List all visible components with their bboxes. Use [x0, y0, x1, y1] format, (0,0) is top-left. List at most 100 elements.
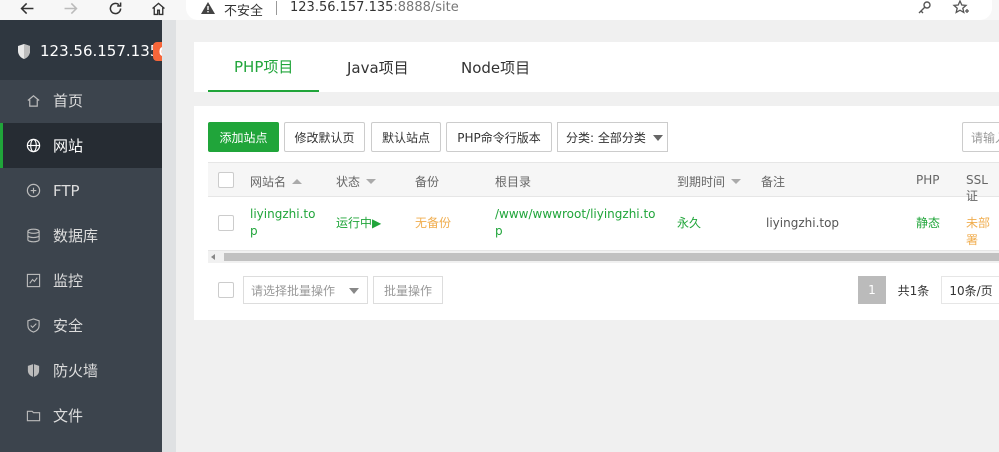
sort-asc-icon	[292, 179, 303, 184]
tab-label: Node项目	[461, 58, 531, 77]
batch-operation-button[interactable]: 批量操作	[373, 276, 443, 304]
firewall-icon	[27, 363, 40, 378]
server-ip: 123.56.157.135	[40, 42, 160, 60]
header-label: PHP	[916, 173, 940, 187]
site-name-link[interactable]: liyingzhi.to p	[250, 206, 315, 240]
site-list-panel: 添加站点 修改默认页 默认站点 PHP命令行版本 分类: 全部分类 请输入 网站…	[194, 106, 999, 320]
server-shield-icon	[18, 44, 30, 59]
sidebar-item-security[interactable]: 安全	[0, 303, 162, 348]
site-name-line2: p	[250, 224, 258, 238]
tab-label: PHP项目	[234, 57, 294, 76]
php-cli-version-button[interactable]: PHP命令行版本	[446, 122, 552, 152]
site-name-line1: liyingzhi.to	[250, 207, 316, 221]
home-button[interactable]	[147, 0, 169, 18]
row-checkbox[interactable]	[218, 215, 234, 231]
sidebar-item-firewall[interactable]: 防火墙	[0, 348, 162, 393]
server-header: 123.56.157.135 0	[0, 20, 173, 80]
category-select-value: 分类: 全部分类	[566, 130, 646, 145]
batch-select-placeholder: 请选择批量操作	[251, 283, 336, 298]
per-page-select[interactable]: 10条/页	[941, 276, 999, 304]
header-note: 备注	[761, 173, 785, 190]
batch-operation-select[interactable]: 请选择批量操作	[243, 276, 368, 304]
warning-icon	[201, 2, 215, 14]
sidebar-item-label: 首页	[53, 92, 84, 110]
search-input[interactable]: 请输入	[962, 122, 999, 152]
ftp-icon	[26, 183, 41, 198]
select-all-checkbox[interactable]	[218, 172, 234, 188]
header-php: PHP	[916, 173, 940, 187]
globe-icon	[26, 138, 41, 153]
chevron-down-icon	[653, 135, 663, 141]
key-icon[interactable]	[916, 0, 932, 16]
root-dir-line1: /www/wwwroot/liyingzhi.to	[495, 207, 656, 221]
header-label: 状态	[336, 175, 361, 189]
root-dir-line2: p	[495, 224, 503, 238]
sidebar-item-website[interactable]: 网站	[0, 123, 162, 168]
page-current[interactable]: 1	[858, 276, 886, 304]
favorite-star-icon[interactable]	[952, 0, 970, 17]
reload-button[interactable]	[104, 0, 126, 18]
table-header: 网站名 状态 备份 根目录 到期时间 备注 PHP SSL证	[208, 162, 999, 203]
category-select[interactable]: 分类: 全部分类	[557, 122, 668, 152]
monitor-icon	[26, 273, 41, 288]
backup-link[interactable]: 无备份	[415, 215, 451, 232]
expire-value[interactable]: 永久	[677, 215, 701, 232]
sidebar-item-label: 监控	[53, 272, 84, 290]
browser-toolbar: 不安全 123.56.157.135:8888/site	[0, 0, 999, 20]
project-tabs: PHP项目 Java项目 Node项目	[194, 42, 999, 92]
header-label: 网站名	[250, 175, 287, 189]
php-version-link[interactable]: 静态	[916, 215, 940, 232]
status-toggle[interactable]: 运行中▶	[336, 215, 381, 232]
sidebar-item-home[interactable]: 首页	[0, 78, 162, 123]
header-label: 备注	[761, 175, 786, 189]
reload-icon	[109, 2, 121, 14]
back-button[interactable]	[16, 0, 38, 18]
note-value[interactable]: liyingzhi.top	[766, 215, 839, 232]
total-count: 共1条	[897, 283, 930, 298]
shield-check-icon	[27, 318, 40, 333]
header-label: 到期时间	[677, 175, 726, 189]
tab-php-project[interactable]: PHP项目	[208, 42, 320, 92]
sidebar-item-label: 数据库	[53, 227, 99, 245]
tab-java-project[interactable]: Java项目	[347, 42, 409, 92]
header-status[interactable]: 状态	[336, 173, 377, 190]
sidebar-item-ftp[interactable]: FTP	[0, 168, 162, 213]
header-label: 根目录	[495, 175, 532, 189]
scroll-left-icon[interactable]	[211, 254, 215, 260]
sort-desc-icon	[731, 179, 742, 184]
sidebar-item-label: 防火墙	[53, 362, 99, 380]
content-gutter	[162, 20, 176, 452]
add-site-button[interactable]: 添加站点	[208, 122, 279, 152]
sidebar: 123.56.157.135 0 首页 网站 FTP 数据库 监控 安全 防火墙…	[0, 20, 173, 452]
ssl-status-link[interactable]: 未部署	[966, 215, 999, 249]
insecure-label: 不安全	[224, 4, 264, 19]
folder-icon	[26, 410, 41, 422]
forward-button[interactable]	[59, 0, 81, 18]
scrollbar-thumb[interactable]	[224, 253, 999, 261]
home-icon	[27, 95, 40, 107]
tab-label: Java项目	[347, 58, 409, 77]
default-site-button[interactable]: 默认站点	[371, 122, 441, 152]
header-expire[interactable]: 到期时间	[677, 173, 742, 190]
chevron-down-icon	[349, 288, 359, 294]
tab-node-project[interactable]: Node项目	[461, 42, 530, 92]
sidebar-item-files[interactable]: 文件	[0, 393, 162, 438]
table-row: liyingzhi.to p 运行中▶ 无备份 /www/wwwroot/liy…	[208, 197, 999, 251]
edit-default-page-button[interactable]: 修改默认页	[284, 122, 365, 152]
root-dir-link[interactable]: /www/wwwroot/liyingzhi.to p	[495, 206, 656, 240]
arrow-left-icon	[19, 2, 33, 14]
sidebar-item-label: 网站	[53, 137, 84, 155]
header-root-dir: 根目录	[495, 173, 531, 190]
sidebar-item-label: 安全	[53, 317, 84, 335]
arrow-right-icon	[64, 2, 78, 14]
database-icon	[27, 228, 40, 243]
horizontal-scrollbar[interactable]	[208, 251, 999, 263]
header-backup: 备份	[415, 173, 439, 190]
header-site-name[interactable]: 网站名	[250, 173, 303, 190]
batch-select-checkbox[interactable]	[218, 282, 234, 298]
address-bar[interactable]: 不安全 123.56.157.135:8888/site	[186, 0, 992, 20]
home-icon	[151, 2, 165, 15]
sidebar-item-monitor[interactable]: 监控	[0, 258, 162, 303]
sort-desc-icon	[366, 179, 377, 184]
sidebar-item-database[interactable]: 数据库	[0, 213, 162, 258]
